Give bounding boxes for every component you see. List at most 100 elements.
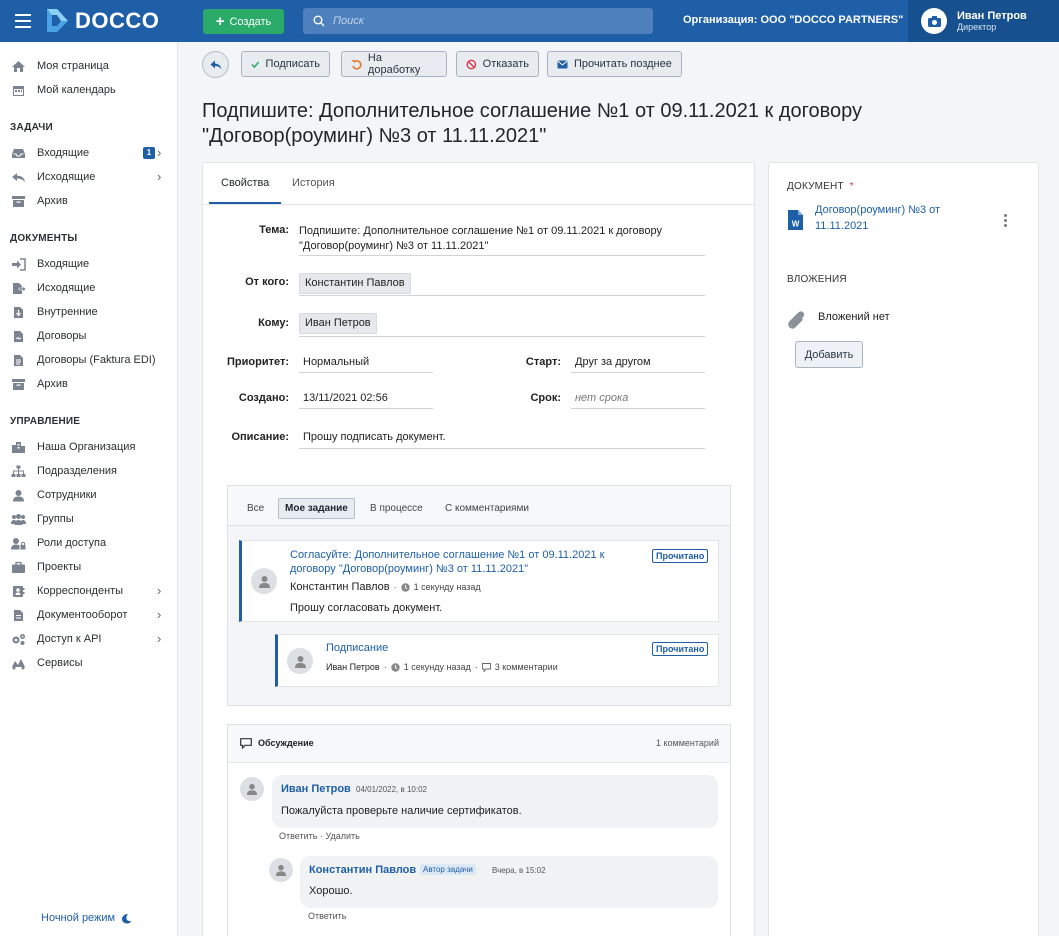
sidebar-item-label: Сервисы bbox=[37, 657, 83, 669]
sidebar-item-api-access[interactable]: Доступ к API › bbox=[0, 627, 178, 651]
sidebar-item-label: Проекты bbox=[37, 561, 82, 573]
night-mode-label: Ночной режим bbox=[41, 912, 116, 924]
decline-label: Отказать bbox=[482, 58, 529, 70]
search-box[interactable] bbox=[303, 8, 653, 34]
sidebar-item-docs-inbox[interactable]: Входящие bbox=[0, 252, 178, 276]
more-options-icon[interactable] bbox=[1004, 214, 1008, 227]
task-title-link[interactable]: Согласуйте: Дополнительное соглашение №1… bbox=[290, 548, 604, 576]
document-link-line-2: 11.11.2021 bbox=[815, 220, 869, 232]
sidebar-item-tasks-inbox[interactable]: Входящие 1 › bbox=[0, 141, 178, 165]
document-link[interactable]: Договор(роуминг) №3 от 11.11.2021 bbox=[815, 202, 940, 234]
comment-actions[interactable]: Ответить · Удалить bbox=[279, 831, 360, 841]
organization-label[interactable]: Организация: ООО "DOCCO PARTNERS" bbox=[683, 14, 903, 26]
sidebar-item-contracts[interactable]: Договоры bbox=[0, 324, 178, 348]
task-card[interactable]: Согласуйте: Дополнительное соглашение №1… bbox=[239, 540, 719, 622]
filter-in-progress[interactable]: В процессе bbox=[364, 498, 429, 519]
sidebar-item-correspondents[interactable]: Корреспонденты › bbox=[0, 579, 178, 603]
created-label: Создано: bbox=[238, 392, 289, 404]
comment-actions[interactable]: Ответить bbox=[308, 911, 346, 921]
sidebar-item-organization[interactable]: Наша Организация bbox=[0, 435, 178, 459]
user-icon bbox=[294, 655, 306, 668]
due-value[interactable]: нет срока bbox=[571, 391, 705, 409]
status-badge: Прочитано bbox=[652, 549, 709, 563]
task-title-line-2: договору "Договор(роуминг) №3 от 11.11.2… bbox=[290, 563, 529, 575]
chevron-right-icon: › bbox=[157, 145, 162, 160]
sidebar-item-label: Исходящие bbox=[37, 282, 96, 294]
task-card[interactable]: Подписание Прочитано Иван Петров · 1 сек… bbox=[275, 634, 719, 687]
filter-all[interactable]: Все bbox=[241, 498, 270, 519]
read-later-button[interactable]: Прочитать позднее bbox=[547, 51, 682, 77]
start-value[interactable]: Друг за другом bbox=[571, 355, 705, 373]
night-mode-toggle[interactable]: Ночной режим bbox=[41, 912, 132, 924]
comment-date: Вчера, в 15:02 bbox=[492, 866, 546, 875]
inbox-icon bbox=[12, 148, 25, 158]
sidebar-item-label: Наша Организация bbox=[37, 441, 136, 453]
sidebar-item-tasks-outbox[interactable]: Исходящие › bbox=[0, 165, 178, 189]
moon-icon bbox=[122, 913, 132, 923]
avatar bbox=[240, 777, 264, 801]
sidebar-item-access-roles[interactable]: Роли доступа bbox=[0, 531, 178, 555]
user-icon bbox=[13, 489, 24, 501]
back-button[interactable] bbox=[202, 51, 229, 78]
attachments-heading: ВЛОЖЕНИЯ bbox=[787, 274, 847, 285]
task-meta: Иван Петров · 1 секунду назад · 3 коммен… bbox=[326, 662, 558, 672]
chevron-right-icon: › bbox=[157, 583, 162, 598]
sidebar-item-departments[interactable]: Подразделения bbox=[0, 459, 178, 483]
top-bar: DOCCO + Создать Организация: ООО "DOCCO P… bbox=[0, 0, 1059, 42]
from-chip[interactable]: Константин Павлов bbox=[299, 273, 411, 294]
description-value: Прошу подписать документ. bbox=[299, 430, 705, 449]
sidebar-item-projects[interactable]: Проекты bbox=[0, 555, 178, 579]
camera-icon bbox=[921, 8, 947, 34]
from-label: От кого: bbox=[245, 276, 289, 288]
discussion-header: Обсуждение 1 комментарий bbox=[228, 725, 730, 763]
sidebar-item-my-page[interactable]: Моя страница bbox=[0, 54, 178, 78]
archive-icon bbox=[12, 378, 25, 390]
tab-history[interactable]: История bbox=[292, 177, 335, 189]
sidebar-item-docs-outbox[interactable]: Исходящие bbox=[0, 276, 178, 300]
sidebar-item-docs-archive[interactable]: Архив bbox=[0, 372, 178, 396]
sidebar-item-services[interactable]: Сервисы bbox=[0, 651, 178, 675]
task-meta: Константин Павлов · 1 секунду назад bbox=[290, 581, 481, 593]
clock-icon bbox=[400, 582, 410, 592]
create-button[interactable]: + Создать bbox=[203, 9, 284, 34]
tab-properties[interactable]: Свойства bbox=[221, 177, 269, 189]
sidebar-item-workflow[interactable]: Документооборот › bbox=[0, 603, 178, 627]
rework-button[interactable]: На доработку bbox=[341, 51, 447, 77]
sidebar-item-docs-internal[interactable]: Внутренние bbox=[0, 300, 178, 324]
app-logo[interactable]: DOCCO bbox=[44, 7, 159, 34]
sign-button[interactable]: Подписать bbox=[241, 51, 330, 77]
sidebar: Моя страница Мой календарь ЗАДАЧИ Входящ… bbox=[0, 42, 178, 936]
sidebar-item-groups[interactable]: Группы bbox=[0, 507, 178, 531]
sidebar-item-tasks-archive[interactable]: Архив bbox=[0, 189, 178, 213]
filter-with-comments[interactable]: С комментариями bbox=[439, 498, 535, 519]
due-label: Срок: bbox=[530, 392, 561, 404]
add-attachment-button[interactable]: Добавить bbox=[795, 341, 863, 368]
section-documents-heading: ДОКУМЕНТЫ bbox=[10, 233, 78, 244]
sidebar-item-calendar[interactable]: Мой календарь bbox=[0, 78, 178, 102]
active-tab-indicator bbox=[209, 202, 281, 204]
user-role: Директор bbox=[957, 22, 997, 32]
document-label: ДОКУМЕНТ bbox=[787, 181, 844, 192]
comment-author[interactable]: Иван Петров bbox=[281, 783, 351, 795]
comment-author[interactable]: Константин Павлов bbox=[309, 864, 416, 876]
priority-value[interactable]: Нормальный bbox=[299, 355, 433, 373]
calendar-icon bbox=[13, 85, 24, 96]
decline-button[interactable]: Отказать bbox=[456, 51, 539, 77]
sidebar-item-label: Сотрудники bbox=[37, 489, 97, 501]
rework-label: На доработку bbox=[367, 52, 421, 76]
discussion-block: Обсуждение 1 комментарий Иван Петров 04/… bbox=[227, 724, 731, 936]
task-title-link[interactable]: Подписание bbox=[326, 642, 388, 654]
search-input[interactable] bbox=[333, 15, 633, 27]
sidebar-item-contracts-edi[interactable]: Договоры (Faktura EDI) bbox=[0, 348, 178, 372]
hamburger-menu-icon[interactable] bbox=[15, 14, 31, 28]
document-side-panel: ДОКУМЕНТ * W Договор(роуминг) №3 от 11.1… bbox=[768, 162, 1039, 936]
sidebar-item-employees[interactable]: Сотрудники bbox=[0, 483, 178, 507]
user-menu[interactable]: Иван Петров Директор bbox=[908, 0, 1059, 42]
to-chip[interactable]: Иван Петров bbox=[299, 313, 377, 334]
filter-my-task[interactable]: Мое задание bbox=[278, 498, 355, 519]
start-label: Старт: bbox=[525, 356, 561, 368]
task-comments-count[interactable]: 3 комментарии bbox=[495, 662, 558, 672]
author-badge: Автор задачи bbox=[420, 864, 476, 875]
search-icon bbox=[313, 15, 325, 27]
word-file-icon: W bbox=[788, 210, 803, 230]
